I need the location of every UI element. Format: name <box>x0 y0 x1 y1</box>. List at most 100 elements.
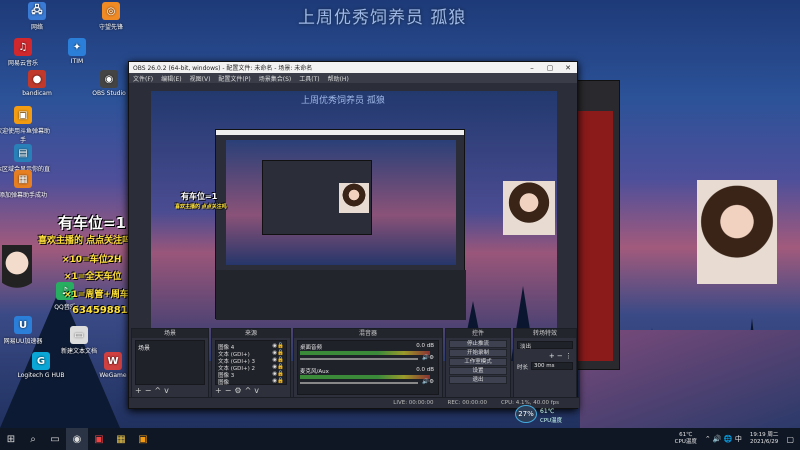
studio-mode-button[interactable]: 工作室模式 <box>449 358 507 366</box>
eye-icon: ◉🔒 <box>272 350 284 356</box>
sources-dock: 来源 图像 4 ◉🔒 文本 (GDI+) ◉🔒 文本 (GDI+) 3 ◉🔒 文本 (… <box>211 328 291 398</box>
app-icon: ▭ <box>70 326 88 344</box>
transitions-dock: 转场特效 淡出 + − ⋮ 时长 300 ms <box>513 328 577 398</box>
sources-list[interactable]: 图像 4 ◉🔒 文本 (GDI+) ◉🔒 文本 (GDI+) 3 ◉🔒 文本 (GDI… <box>215 340 287 386</box>
obs-title: OBS 26.0.2 (64-bit, windows) - 配置文件: 未命名… <box>133 65 313 72</box>
sources-title: 来源 <box>212 329 290 338</box>
volume-meter <box>300 375 430 379</box>
controls-dock: 控件 停止推流 开始录制 工作室模式 设置 退出 <box>445 328 511 398</box>
windows-start-icon[interactable]: ⊞ <box>0 428 22 450</box>
obs-taskbar-icon[interactable]: ◉ <box>66 428 88 450</box>
menu-file[interactable]: 文件(F) <box>133 74 153 83</box>
speaker-icon[interactable]: 🔊⚙ <box>422 379 434 385</box>
folder-taskbar-icon[interactable]: ▦ <box>110 428 132 450</box>
badge-label: CPU温度 <box>540 418 563 424</box>
app-icon: ♫ <box>14 38 32 56</box>
duration-label: 时长 <box>517 365 529 371</box>
channel-db: 0.0 dB <box>416 367 434 373</box>
channel-db: 0.0 dB <box>416 343 434 349</box>
app-icon: ◎ <box>102 2 120 20</box>
rec-time: REC: 00:00:00 <box>447 400 487 406</box>
desktop-icon[interactable]: U 网易UU加速器 <box>0 316 50 345</box>
desktop-icon[interactable]: ● bandicam <box>10 70 64 97</box>
app-icon: ▣ <box>14 106 32 124</box>
menu-profile[interactable]: 配置文件(P) <box>218 74 250 83</box>
desktop-icon[interactable]: ♫ 网易云音乐 <box>0 38 50 67</box>
obs-titlebar[interactable]: OBS 26.0.2 (64-bit, windows) - 配置文件: 未命名… <box>129 62 577 73</box>
app-icon: ▦ <box>14 170 32 188</box>
stream-banner: 上周优秀饲养员 孤狼 <box>298 8 467 28</box>
scenes-title: 场景 <box>132 329 208 338</box>
speaker-icon[interactable]: 🔊⚙ <box>422 355 434 361</box>
scenes-dock: 场景 场景 +−^v <box>131 328 209 398</box>
overlay-line: ×1=全天车位 <box>64 272 122 282</box>
desktop-icon-label: 欢迎使用斗鱼弹幕助手 <box>0 128 51 144</box>
app-icon: ✦ <box>68 38 86 56</box>
cpu-badge[interactable]: 27% <box>515 405 537 423</box>
volume-meter <box>300 351 430 355</box>
exit-button[interactable]: 退出 <box>449 376 507 384</box>
start-recording-button[interactable]: 开始录制 <box>449 349 507 357</box>
obs-window[interactable]: OBS 26.0.2 (64-bit, windows) - 配置文件: 未命名… <box>128 61 579 409</box>
volume-slider[interactable] <box>300 358 418 360</box>
app-taskbar-icon[interactable]: ▣ <box>88 428 110 450</box>
scene-toolbar[interactable]: +−^v <box>135 386 172 395</box>
task-view-icon[interactable]: ▭ <box>44 428 66 450</box>
taskbar-clock[interactable]: 19:19 周二 2021/6/29 <box>750 432 779 446</box>
source-item[interactable]: 文本 (GDI+) 2 ◉🔒 <box>218 364 284 372</box>
source-toolbar[interactable]: +−⚙^v <box>215 386 262 395</box>
desktop-icon[interactable]: G Logitech G HUB <box>14 352 68 379</box>
eye-icon: ◉🔒 <box>272 371 284 377</box>
desktop-icon[interactable]: ◎ 守望先锋 <box>84 2 138 31</box>
webcam-feed <box>697 180 777 284</box>
desktop-icon-label: Logitech G HUB <box>17 372 65 379</box>
menu-help[interactable]: 帮助(H) <box>328 74 349 83</box>
tray-icons[interactable]: ⌃ 🔊 🌐 中 <box>705 434 742 444</box>
menu-tools[interactable]: 工具(T) <box>299 74 319 83</box>
preview-webcam <box>503 181 555 235</box>
source-item[interactable]: 图像 4 ◉🔒 <box>218 343 284 351</box>
source-item[interactable]: 图像 ◉🔒 <box>218 378 284 386</box>
maximize-icon[interactable]: ▢ <box>541 64 559 72</box>
desktop-icon[interactable]: ▭ 新建文本文档 <box>52 326 106 355</box>
desktop-icon[interactable]: ▣ 欢迎使用斗鱼弹幕助手 <box>0 106 50 144</box>
desktop-icon-label: bandicam <box>22 90 52 97</box>
search-icon[interactable]: ⌕ <box>22 428 44 450</box>
mixer-channel: 桌面音频 0.0 dB 🔊⚙ <box>300 343 436 367</box>
transition-select[interactable]: 淡出 <box>517 341 573 350</box>
menu-view[interactable]: 视图(V) <box>190 74 211 83</box>
source-item[interactable]: 文本 (GDI+) ◉🔒 <box>218 350 284 358</box>
eye-icon: ◉🔒 <box>272 378 284 384</box>
app-icon: W <box>104 352 122 370</box>
notification-icon[interactable]: ▢ <box>786 435 794 444</box>
menu-edit[interactable]: 编辑(E) <box>161 74 181 83</box>
overlay-line: ×1=周管+周车位 <box>64 290 138 300</box>
transition-toolbar[interactable]: + − ⋮ <box>549 352 572 360</box>
desktop-icon-label: ITIM <box>70 58 84 65</box>
close-icon[interactable]: ✕ <box>559 64 577 72</box>
source-item[interactable]: 文本 (GDI+) 3 ◉🔒 <box>218 357 284 365</box>
desktop-icon[interactable]: 🖧 网络 <box>10 2 64 31</box>
overlay-qq: 63459881 <box>72 305 128 316</box>
desktop-icon[interactable]: ▦ 添加弹幕助手成功 <box>0 170 50 199</box>
desktop-icon-label: 网络 <box>30 24 43 31</box>
app-icon: G <box>32 352 50 370</box>
obs-preview[interactable]: 上周优秀饲养员 孤狼 有车位=1 喜欢主播的 点点关注吗 <box>151 91 557 361</box>
source-item[interactable]: 图像 3 ◉🔒 <box>218 371 284 379</box>
menu-scene-collection[interactable]: 场景集合(S) <box>259 74 292 83</box>
app-icon: ● <box>28 70 46 88</box>
volume-slider[interactable] <box>300 382 418 384</box>
scene-item[interactable]: 场景 <box>138 343 202 352</box>
mixer-body: 桌面音频 0.0 dB 🔊⚙ 麦克风/Aux 0.0 dB 🔊⚙ <box>297 340 439 395</box>
app-icon: ◉ <box>100 70 118 88</box>
duration-input[interactable]: 300 ms <box>531 362 573 370</box>
scenes-list[interactable]: 场景 <box>135 340 205 385</box>
desktop-icon[interactable]: ✦ ITIM <box>50 38 104 65</box>
desktop-icon-label: 网易云音乐 <box>7 60 38 67</box>
settings-button[interactable]: 设置 <box>449 367 507 375</box>
app-icon: U <box>14 316 32 334</box>
app2-taskbar-icon[interactable]: ▣ <box>132 428 154 450</box>
stop-streaming-button[interactable]: 停止推流 <box>449 340 507 348</box>
eye-icon: ◉🔒 <box>272 357 284 363</box>
minimize-icon[interactable]: – <box>523 64 541 72</box>
